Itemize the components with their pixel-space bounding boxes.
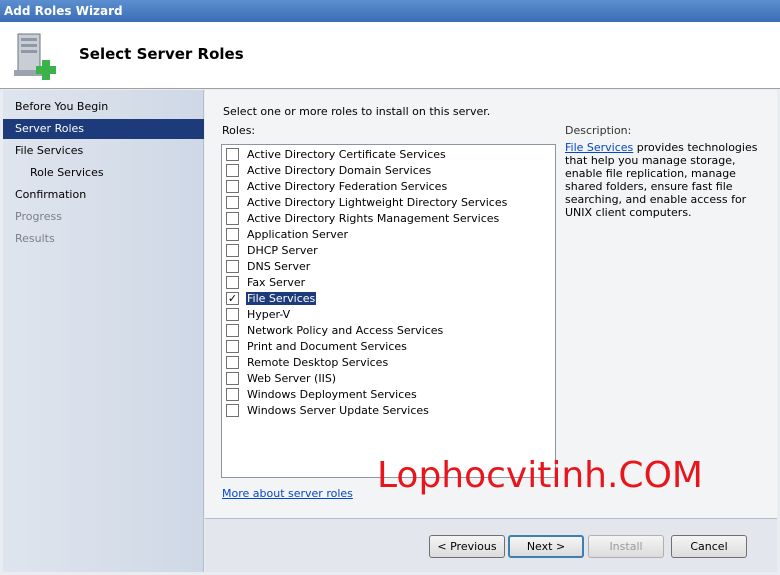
role-row[interactable]: Hyper-V <box>226 306 291 322</box>
nav-item-results: Results <box>15 232 55 245</box>
window-title: Add Roles Wizard <box>4 4 123 18</box>
role-label: Windows Deployment Services <box>247 387 417 401</box>
role-label: File Services <box>246 291 317 305</box>
role-label: Remote Desktop Services <box>247 355 389 369</box>
wizard-footer: < Previous Next > Install Cancel <box>205 518 777 572</box>
window-title-bar: Add Roles Wizard <box>0 0 780 22</box>
more-about-server-roles-link[interactable]: More about server roles <box>222 487 353 500</box>
role-checkbox[interactable] <box>226 323 239 337</box>
nav-item-role-services[interactable]: Role Services <box>3 163 204 183</box>
role-row[interactable]: DHCP Server <box>226 242 319 258</box>
nav-item-file-services[interactable]: File Services <box>3 141 204 161</box>
cancel-button[interactable]: Cancel <box>671 535 747 558</box>
page-title: Select Server Roles <box>79 45 244 63</box>
role-label: Active Directory Lightweight Directory S… <box>247 195 508 209</box>
role-label: DNS Server <box>247 259 311 273</box>
nav-item-server-roles[interactable]: Server Roles <box>3 119 204 139</box>
role-checkbox[interactable] <box>226 355 239 369</box>
role-checkbox[interactable] <box>226 227 239 241</box>
role-checkbox[interactable] <box>226 163 239 177</box>
role-row[interactable]: Active Directory Certificate Services <box>226 146 447 162</box>
role-row[interactable]: Active Directory Domain Services <box>226 162 432 178</box>
role-row[interactable]: Web Server (IIS) <box>226 370 337 386</box>
role-row[interactable]: Active Directory Rights Management Servi… <box>226 210 500 226</box>
instruction-text: Select one or more roles to install on t… <box>223 105 491 118</box>
description-title: Description: <box>565 124 632 137</box>
nav-item-progress: Progress <box>15 210 62 223</box>
role-label: Active Directory Rights Management Servi… <box>247 211 500 225</box>
role-checkbox[interactable] <box>226 243 239 257</box>
role-row[interactable]: ✓ File Services <box>226 290 317 306</box>
file-services-link[interactable]: File Services <box>565 141 633 154</box>
role-label: Active Directory Certificate Services <box>247 147 446 161</box>
role-checkbox[interactable] <box>226 275 239 289</box>
roles-label: Roles: <box>222 124 256 137</box>
role-row[interactable]: Active Directory Lightweight Directory S… <box>226 194 508 210</box>
role-row[interactable]: Windows Deployment Services <box>226 386 418 402</box>
role-label: Windows Server Update Services <box>247 403 429 417</box>
wizard-content: Select one or more roles to install on t… <box>205 90 777 518</box>
role-label: Active Directory Federation Services <box>247 179 448 193</box>
install-button: Install <box>588 535 664 558</box>
role-checkbox-checked[interactable]: ✓ <box>226 291 239 305</box>
roles-list[interactable]: Active Directory Certificate Services Ac… <box>221 144 556 478</box>
server-add-icon <box>14 33 56 80</box>
description-text: File Services provides technologies that… <box>565 141 765 219</box>
role-checkbox[interactable] <box>226 307 239 321</box>
role-checkbox[interactable] <box>226 147 239 161</box>
role-checkbox[interactable] <box>226 339 239 353</box>
role-checkbox[interactable] <box>226 179 239 193</box>
role-label: Fax Server <box>247 275 306 289</box>
previous-button[interactable]: < Previous <box>429 535 505 558</box>
next-button[interactable]: Next > <box>508 535 584 558</box>
role-label: Network Policy and Access Services <box>247 323 444 337</box>
role-row[interactable]: Windows Server Update Services <box>226 402 430 418</box>
role-checkbox[interactable] <box>226 387 239 401</box>
role-label: Active Directory Domain Services <box>247 163 432 177</box>
role-checkbox[interactable] <box>226 195 239 209</box>
nav-item-confirmation[interactable]: Confirmation <box>3 185 204 205</box>
role-checkbox[interactable] <box>226 211 239 225</box>
role-label: DHCP Server <box>247 243 318 257</box>
role-row[interactable]: Network Policy and Access Services <box>226 322 444 338</box>
role-checkbox[interactable] <box>226 403 239 417</box>
role-label: Application Server <box>247 227 349 241</box>
role-row[interactable]: DNS Server <box>226 258 311 274</box>
nav-item-before-you-begin[interactable]: Before You Begin <box>3 97 204 117</box>
role-row[interactable]: Remote Desktop Services <box>226 354 389 370</box>
watermark-text: Lophocvitinh.COM <box>377 455 703 496</box>
role-label: Hyper-V <box>247 307 291 321</box>
role-label: Print and Document Services <box>247 339 407 353</box>
wizard-header: Select Server Roles <box>0 22 780 89</box>
role-label: Web Server (IIS) <box>247 371 337 385</box>
role-row[interactable]: Application Server <box>226 226 349 242</box>
role-checkbox[interactable] <box>226 371 239 385</box>
role-row[interactable]: Fax Server <box>226 274 306 290</box>
role-checkbox[interactable] <box>226 259 239 273</box>
wizard-step-nav: Before You Begin Server Roles File Servi… <box>3 90 204 572</box>
role-row[interactable]: Active Directory Federation Services <box>226 178 448 194</box>
role-row[interactable]: Print and Document Services <box>226 338 408 354</box>
